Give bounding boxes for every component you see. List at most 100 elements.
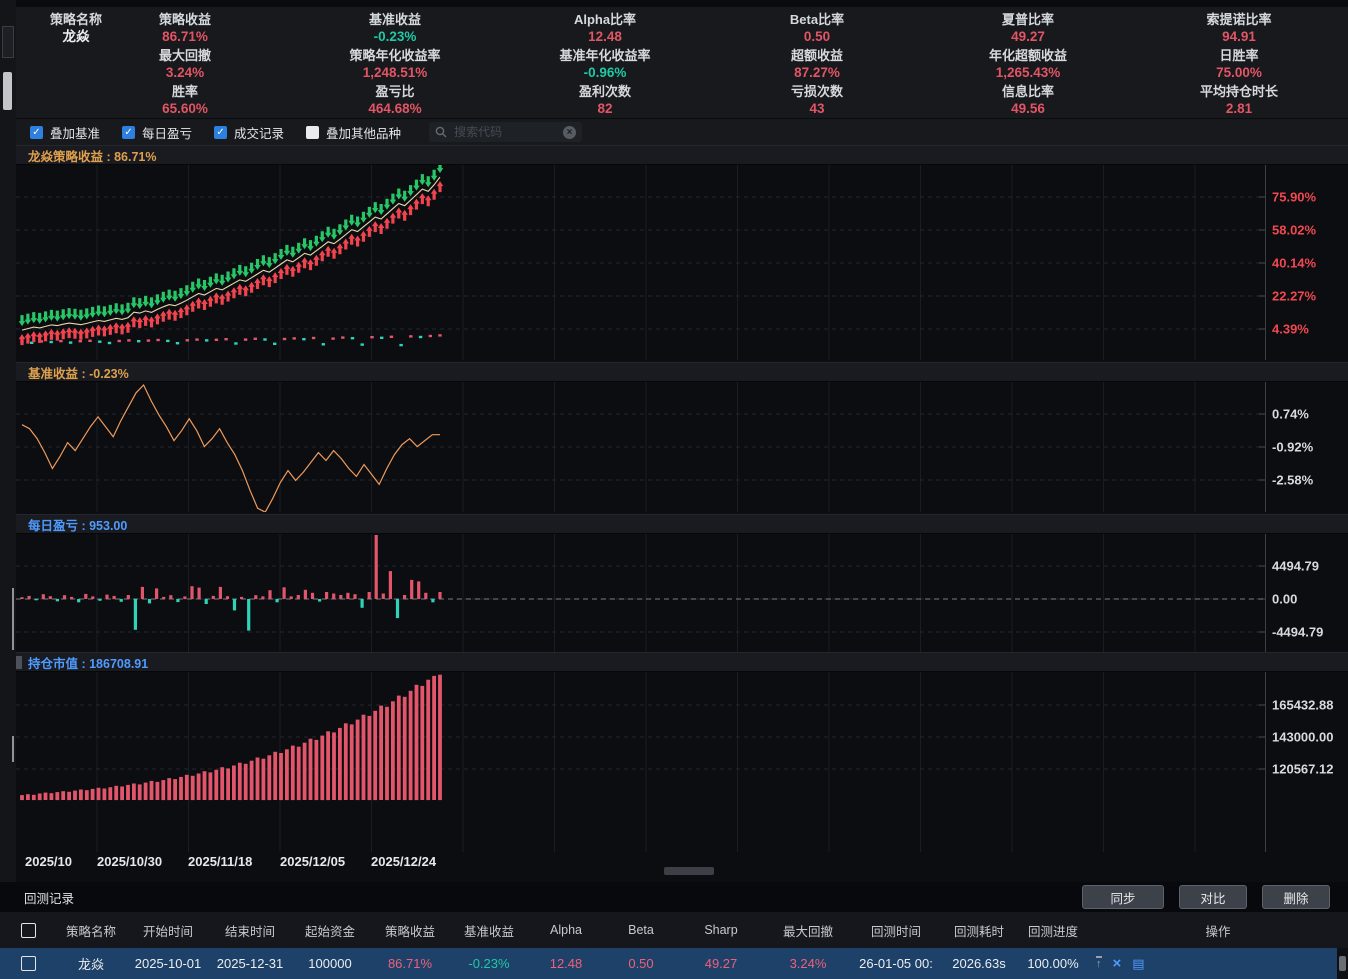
checkbox-box[interactable]: ✓ bbox=[30, 126, 43, 139]
stat-label: 盈利次数 bbox=[500, 84, 710, 100]
svg-text:165432.88: 165432.88 bbox=[1272, 698, 1333, 713]
panel-handle[interactable] bbox=[16, 656, 22, 669]
sell-signal-arrow bbox=[272, 253, 279, 264]
chart-position-value[interactable]: 165432.88143000.00120567.12 bbox=[16, 672, 1348, 852]
stat-value: -0.23% bbox=[290, 28, 500, 45]
rail-segment[interactable] bbox=[12, 736, 14, 762]
sell-signal-arrow bbox=[113, 303, 120, 314]
table-header-cell: 操作 bbox=[1088, 921, 1348, 940]
panel-title-text: 每日盈亏 : 953.00 bbox=[28, 515, 127, 534]
table-row[interactable]: 龙焱2025-10-012025-12-3110000086.71%-0.23%… bbox=[0, 948, 1348, 979]
stat-label: Beta比率 bbox=[712, 12, 922, 28]
table-header-cell: Alpha bbox=[528, 923, 604, 937]
stat-label: 夏普比率 bbox=[923, 12, 1133, 28]
backtest-app-window: 策略名称龙焱策略收益86.71%最大回撤3.24%胜率65.60%基准收益-0.… bbox=[0, 0, 1348, 979]
sell-signal-arrow bbox=[225, 272, 232, 283]
buy-signal-arrow bbox=[401, 210, 408, 221]
checkbox-daily-pnl[interactable]: ✓每日盈亏 bbox=[122, 123, 192, 142]
buy-signal-arrow bbox=[343, 239, 350, 250]
table-header-cell: 回测耗时 bbox=[940, 921, 1018, 940]
svg-text:0.00: 0.00 bbox=[1272, 592, 1297, 607]
table-title-bar: 回测记录 同步对比删除 bbox=[0, 882, 1348, 912]
delete-button[interactable]: 删除 bbox=[1262, 885, 1330, 909]
buy-signal-arrow bbox=[331, 248, 338, 259]
buy-signal-arrow bbox=[378, 223, 385, 234]
stat-label: 日胜率 bbox=[1134, 48, 1344, 64]
chart-benchmark-return[interactable]: 0.74%-0.92%-2.58% bbox=[16, 382, 1348, 512]
remove-icon[interactable]: × bbox=[1113, 957, 1122, 970]
rail-segment[interactable] bbox=[12, 588, 14, 650]
chart-daily-pnl[interactable]: 4494.790.00-4494.79 bbox=[16, 534, 1348, 652]
sell-signal-arrow bbox=[213, 273, 220, 284]
row-checkbox[interactable] bbox=[21, 956, 36, 971]
table-scrollbar-thumb[interactable] bbox=[1339, 956, 1346, 971]
stat-value: 75.00% bbox=[1134, 64, 1344, 81]
buy-signal-arrow bbox=[278, 268, 285, 279]
sell-signal-arrow bbox=[89, 307, 96, 318]
sell-signal-arrow bbox=[290, 247, 297, 258]
buy-signal-arrow bbox=[95, 325, 102, 336]
table-cell: 49.27 bbox=[678, 956, 764, 971]
clear-search-icon[interactable]: × bbox=[563, 126, 576, 139]
stat-item: 平均持仓时长2.81 bbox=[1134, 84, 1344, 117]
sell-signal-arrow bbox=[354, 217, 361, 228]
buy-signal-arrow bbox=[213, 292, 220, 303]
horizontal-scrollbar-thumb[interactable] bbox=[664, 867, 714, 875]
sell-signal-arrow bbox=[95, 306, 102, 317]
sell-signal-arrow bbox=[395, 189, 402, 200]
sell-signal-arrow bbox=[60, 309, 67, 320]
search-input[interactable] bbox=[452, 124, 558, 140]
checkbox-box[interactable]: ✓ bbox=[214, 126, 227, 139]
buy-signal-arrow bbox=[184, 304, 191, 315]
sell-signal-arrow bbox=[107, 305, 114, 316]
date-tick-label: 2025/11/18 bbox=[188, 854, 252, 869]
table-cell: 12.48 bbox=[528, 956, 604, 971]
buy-signal-arrow bbox=[54, 330, 61, 341]
stat-item: Alpha比率12.48 bbox=[500, 12, 710, 45]
select-all-checkbox[interactable] bbox=[21, 923, 36, 938]
date-tick-label: 2025/10/30 bbox=[97, 854, 162, 869]
left-scroll-rail bbox=[0, 0, 16, 882]
stat-label: 索提诺比率 bbox=[1134, 12, 1344, 28]
sell-signal-arrow bbox=[372, 202, 379, 213]
sell-signal-arrow bbox=[48, 310, 55, 321]
compare-button[interactable]: 对比 bbox=[1179, 885, 1247, 909]
checkbox-label: 叠加基准 bbox=[50, 123, 100, 142]
sell-signal-arrow bbox=[360, 212, 367, 223]
checkbox-box[interactable] bbox=[306, 126, 319, 139]
buy-signal-arrow bbox=[242, 285, 249, 296]
stat-value: 49.27 bbox=[923, 28, 1133, 45]
stat-value: 3.24% bbox=[80, 64, 290, 81]
checkbox-overlay-other-symbols[interactable]: 叠加其他品种 bbox=[306, 123, 401, 142]
table-header-cell: 回测时间 bbox=[852, 921, 940, 940]
sync-button[interactable]: 同步 bbox=[1082, 885, 1164, 909]
pin-top-icon[interactable]: ↑ bbox=[1096, 956, 1102, 971]
checkbox-box[interactable]: ✓ bbox=[122, 126, 135, 139]
buy-signal-arrow bbox=[101, 325, 108, 336]
stat-label: 胜率 bbox=[80, 84, 290, 100]
search-icon bbox=[435, 126, 447, 138]
stat-value: 1,248.51% bbox=[290, 64, 500, 81]
table-header-cell: Beta bbox=[604, 923, 678, 937]
buy-signal-arrow bbox=[60, 328, 67, 339]
left-scrollbar-thumb[interactable] bbox=[3, 72, 12, 110]
checkbox-overlay-benchmark[interactable]: ✓ 叠加基准 bbox=[30, 123, 100, 142]
stat-column: 索提诺比率94.91日胜率75.00%平均持仓时长2.81 bbox=[1134, 7, 1344, 118]
stat-item: 信息比率49.56 bbox=[923, 84, 1133, 117]
chart-strategy-return[interactable]: 75.90%58.02%40.14%22.27%4.39% bbox=[16, 165, 1348, 360]
stat-label: 盈亏比 bbox=[290, 84, 500, 100]
sell-signal-arrow bbox=[78, 310, 85, 321]
stat-value: 12.48 bbox=[500, 28, 710, 45]
sell-signal-arrow bbox=[343, 220, 350, 231]
buy-signal-arrow bbox=[237, 284, 244, 295]
table-cell: 86.71% bbox=[370, 956, 450, 971]
log-icon[interactable]: ▤ bbox=[1132, 957, 1144, 970]
svg-text:75.90%: 75.90% bbox=[1272, 190, 1317, 205]
table-header-row: 策略名称开始时间结束时间起始资金策略收益基准收益AlphaBetaSharp最大… bbox=[0, 912, 1348, 948]
sell-signal-arrow bbox=[307, 240, 314, 251]
checkbox-trade-records[interactable]: ✓成交记录 bbox=[214, 123, 284, 142]
sell-signal-arrow bbox=[219, 275, 226, 286]
charts-region: 2025/102025/10/302025/11/182025/12/05202… bbox=[16, 145, 1348, 882]
buy-signal-arrow bbox=[189, 301, 196, 312]
buy-signal-arrow bbox=[319, 250, 326, 261]
